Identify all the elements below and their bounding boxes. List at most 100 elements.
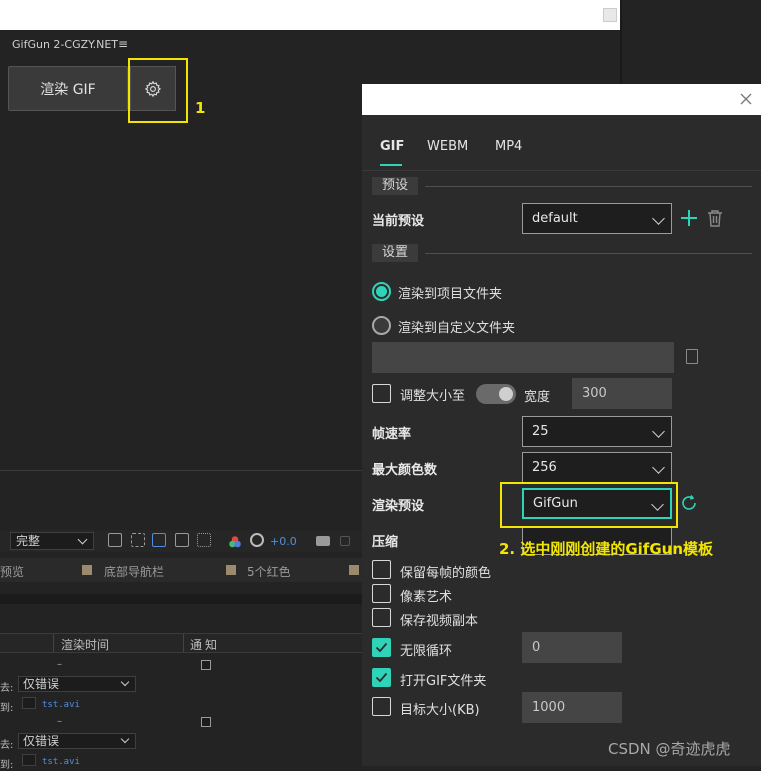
camera-icon[interactable]: [316, 536, 330, 546]
radio-project-folder[interactable]: [372, 282, 391, 301]
resize-toggle[interactable]: [476, 384, 516, 404]
render-gif-button[interactable]: 渲染 GIF: [8, 66, 128, 111]
framerate-select[interactable]: 25: [522, 416, 672, 447]
render-preset-label: 渲染预设: [372, 499, 425, 514]
exposure-reset-icon[interactable]: [250, 533, 264, 547]
width-label: 宽度: [524, 390, 551, 405]
pixel-art-checkbox[interactable]: [372, 584, 391, 603]
check-icon: [375, 642, 388, 653]
open-folder-checkbox[interactable]: [372, 668, 391, 687]
maxcolors-value: 256: [532, 460, 557, 475]
loop-checkbox[interactable]: [372, 638, 391, 657]
radio-custom-label[interactable]: 渲染到自定义文件夹: [398, 317, 515, 336]
close-icon: [740, 93, 752, 105]
color-swatch: [82, 565, 92, 575]
timeline-dark-bar: [0, 594, 362, 604]
column-divider: [183, 634, 184, 652]
tab-webm[interactable]: WEBM: [427, 139, 468, 154]
keep-colors-checkbox[interactable]: [372, 560, 391, 579]
current-preset-value: default: [532, 211, 578, 226]
timeline-tabs-row: [0, 558, 362, 582]
grid-icon[interactable]: [197, 533, 211, 547]
maxcolors-select[interactable]: 256: [522, 452, 672, 483]
annotation-box-2: [500, 482, 678, 528]
queue-dash: –: [57, 716, 62, 727]
log-select[interactable]: 仅错误: [18, 676, 136, 692]
section-line: [425, 253, 752, 254]
queue-label: 到:: [0, 703, 14, 714]
compress-label: 压缩: [372, 535, 399, 550]
section-line: [425, 186, 752, 187]
output-dropdown[interactable]: [22, 697, 36, 709]
queue-label: 去:: [0, 683, 14, 694]
trash-icon: [708, 210, 722, 227]
folder-browse-icon[interactable]: [686, 349, 698, 364]
chevron-down-icon: [652, 425, 665, 438]
toggle-knob: [499, 387, 513, 401]
notify-checkbox[interactable]: [201, 717, 211, 727]
resize-checkbox[interactable]: [372, 384, 391, 403]
queue-label: 到:: [0, 760, 14, 771]
layer-icon[interactable]: [340, 536, 350, 546]
log-select[interactable]: 仅错误: [18, 733, 136, 749]
tab-bottom-nav[interactable]: 底部导航栏: [104, 563, 164, 580]
col-render-time[interactable]: 渲染时间: [61, 636, 109, 653]
annotation-box-1: [128, 58, 188, 123]
loop-count-input[interactable]: 0: [522, 632, 622, 663]
chevron-down-icon: [120, 677, 130, 687]
custom-folder-path-input[interactable]: [372, 342, 674, 373]
active-tab-indicator: [380, 164, 402, 166]
section-preset: 预设: [372, 177, 419, 195]
log-select-value: 仅错误: [23, 734, 60, 748]
region-icon[interactable]: [175, 533, 189, 547]
queue-dash: –: [57, 659, 62, 670]
rgb-channels-icon[interactable]: [228, 534, 242, 548]
col-notify[interactable]: 通知: [190, 636, 220, 653]
tab-preview[interactable]: 预览: [0, 563, 24, 580]
delete-preset-button[interactable]: [707, 209, 723, 227]
radio-custom-folder[interactable]: [372, 316, 391, 335]
quality-select[interactable]: 完整: [10, 532, 94, 550]
target-size-input[interactable]: 1000: [522, 692, 622, 723]
target-size-checkbox[interactable]: [372, 697, 391, 716]
annotation-label-1: 1: [195, 99, 206, 117]
chevron-down-icon: [652, 212, 665, 225]
color-swatch: [226, 565, 236, 575]
tab-gif[interactable]: GIF: [380, 139, 404, 154]
loop-label: 无限循环: [400, 644, 453, 659]
add-preset-button[interactable]: [680, 209, 698, 227]
watermark: CSDN @奇迹虎虎: [608, 740, 731, 758]
maxcolors-label: 最大颜色数: [372, 463, 438, 478]
section-settings: 设置: [372, 244, 419, 262]
refresh-icon: [682, 495, 696, 510]
output-file-link[interactable]: tst.avi: [42, 700, 80, 710]
width-input[interactable]: 300: [572, 378, 672, 409]
resize-label: 调整大小至: [400, 389, 466, 404]
tabs-divider: [362, 170, 761, 171]
radio-project-label[interactable]: 渲染到项目文件夹: [398, 283, 502, 302]
color-swatch: [349, 565, 359, 575]
framerate-value: 25: [532, 424, 549, 439]
output-dropdown[interactable]: [22, 754, 36, 766]
mask-icon[interactable]: [152, 533, 166, 547]
window-small-button[interactable]: [603, 8, 617, 22]
notify-checkbox[interactable]: [201, 660, 211, 670]
current-preset-label: 当前预设: [372, 214, 425, 229]
current-preset-select[interactable]: default: [522, 203, 672, 234]
save-video-checkbox[interactable]: [372, 608, 391, 627]
keep-colors-label: 保留每帧的颜色: [400, 566, 492, 581]
panel-menu-icon[interactable]: ≡: [118, 37, 128, 51]
column-divider: [53, 634, 54, 652]
annotation-label-2: 2. 选中刚刚创建的GifGun模板: [499, 540, 714, 558]
exposure-value[interactable]: +0.0: [270, 535, 297, 548]
tab-red[interactable]: 5个红色: [247, 563, 291, 580]
check-icon: [375, 672, 388, 683]
snapshot-icon[interactable]: [108, 533, 122, 547]
refresh-button[interactable]: [680, 494, 698, 512]
dialog-titlebar: [362, 84, 761, 115]
tab-mp4[interactable]: MP4: [495, 139, 522, 154]
transparency-grid-icon[interactable]: [131, 533, 145, 547]
chevron-down-icon: [652, 461, 665, 474]
close-button[interactable]: [739, 91, 753, 105]
chevron-down-icon: [120, 734, 130, 744]
